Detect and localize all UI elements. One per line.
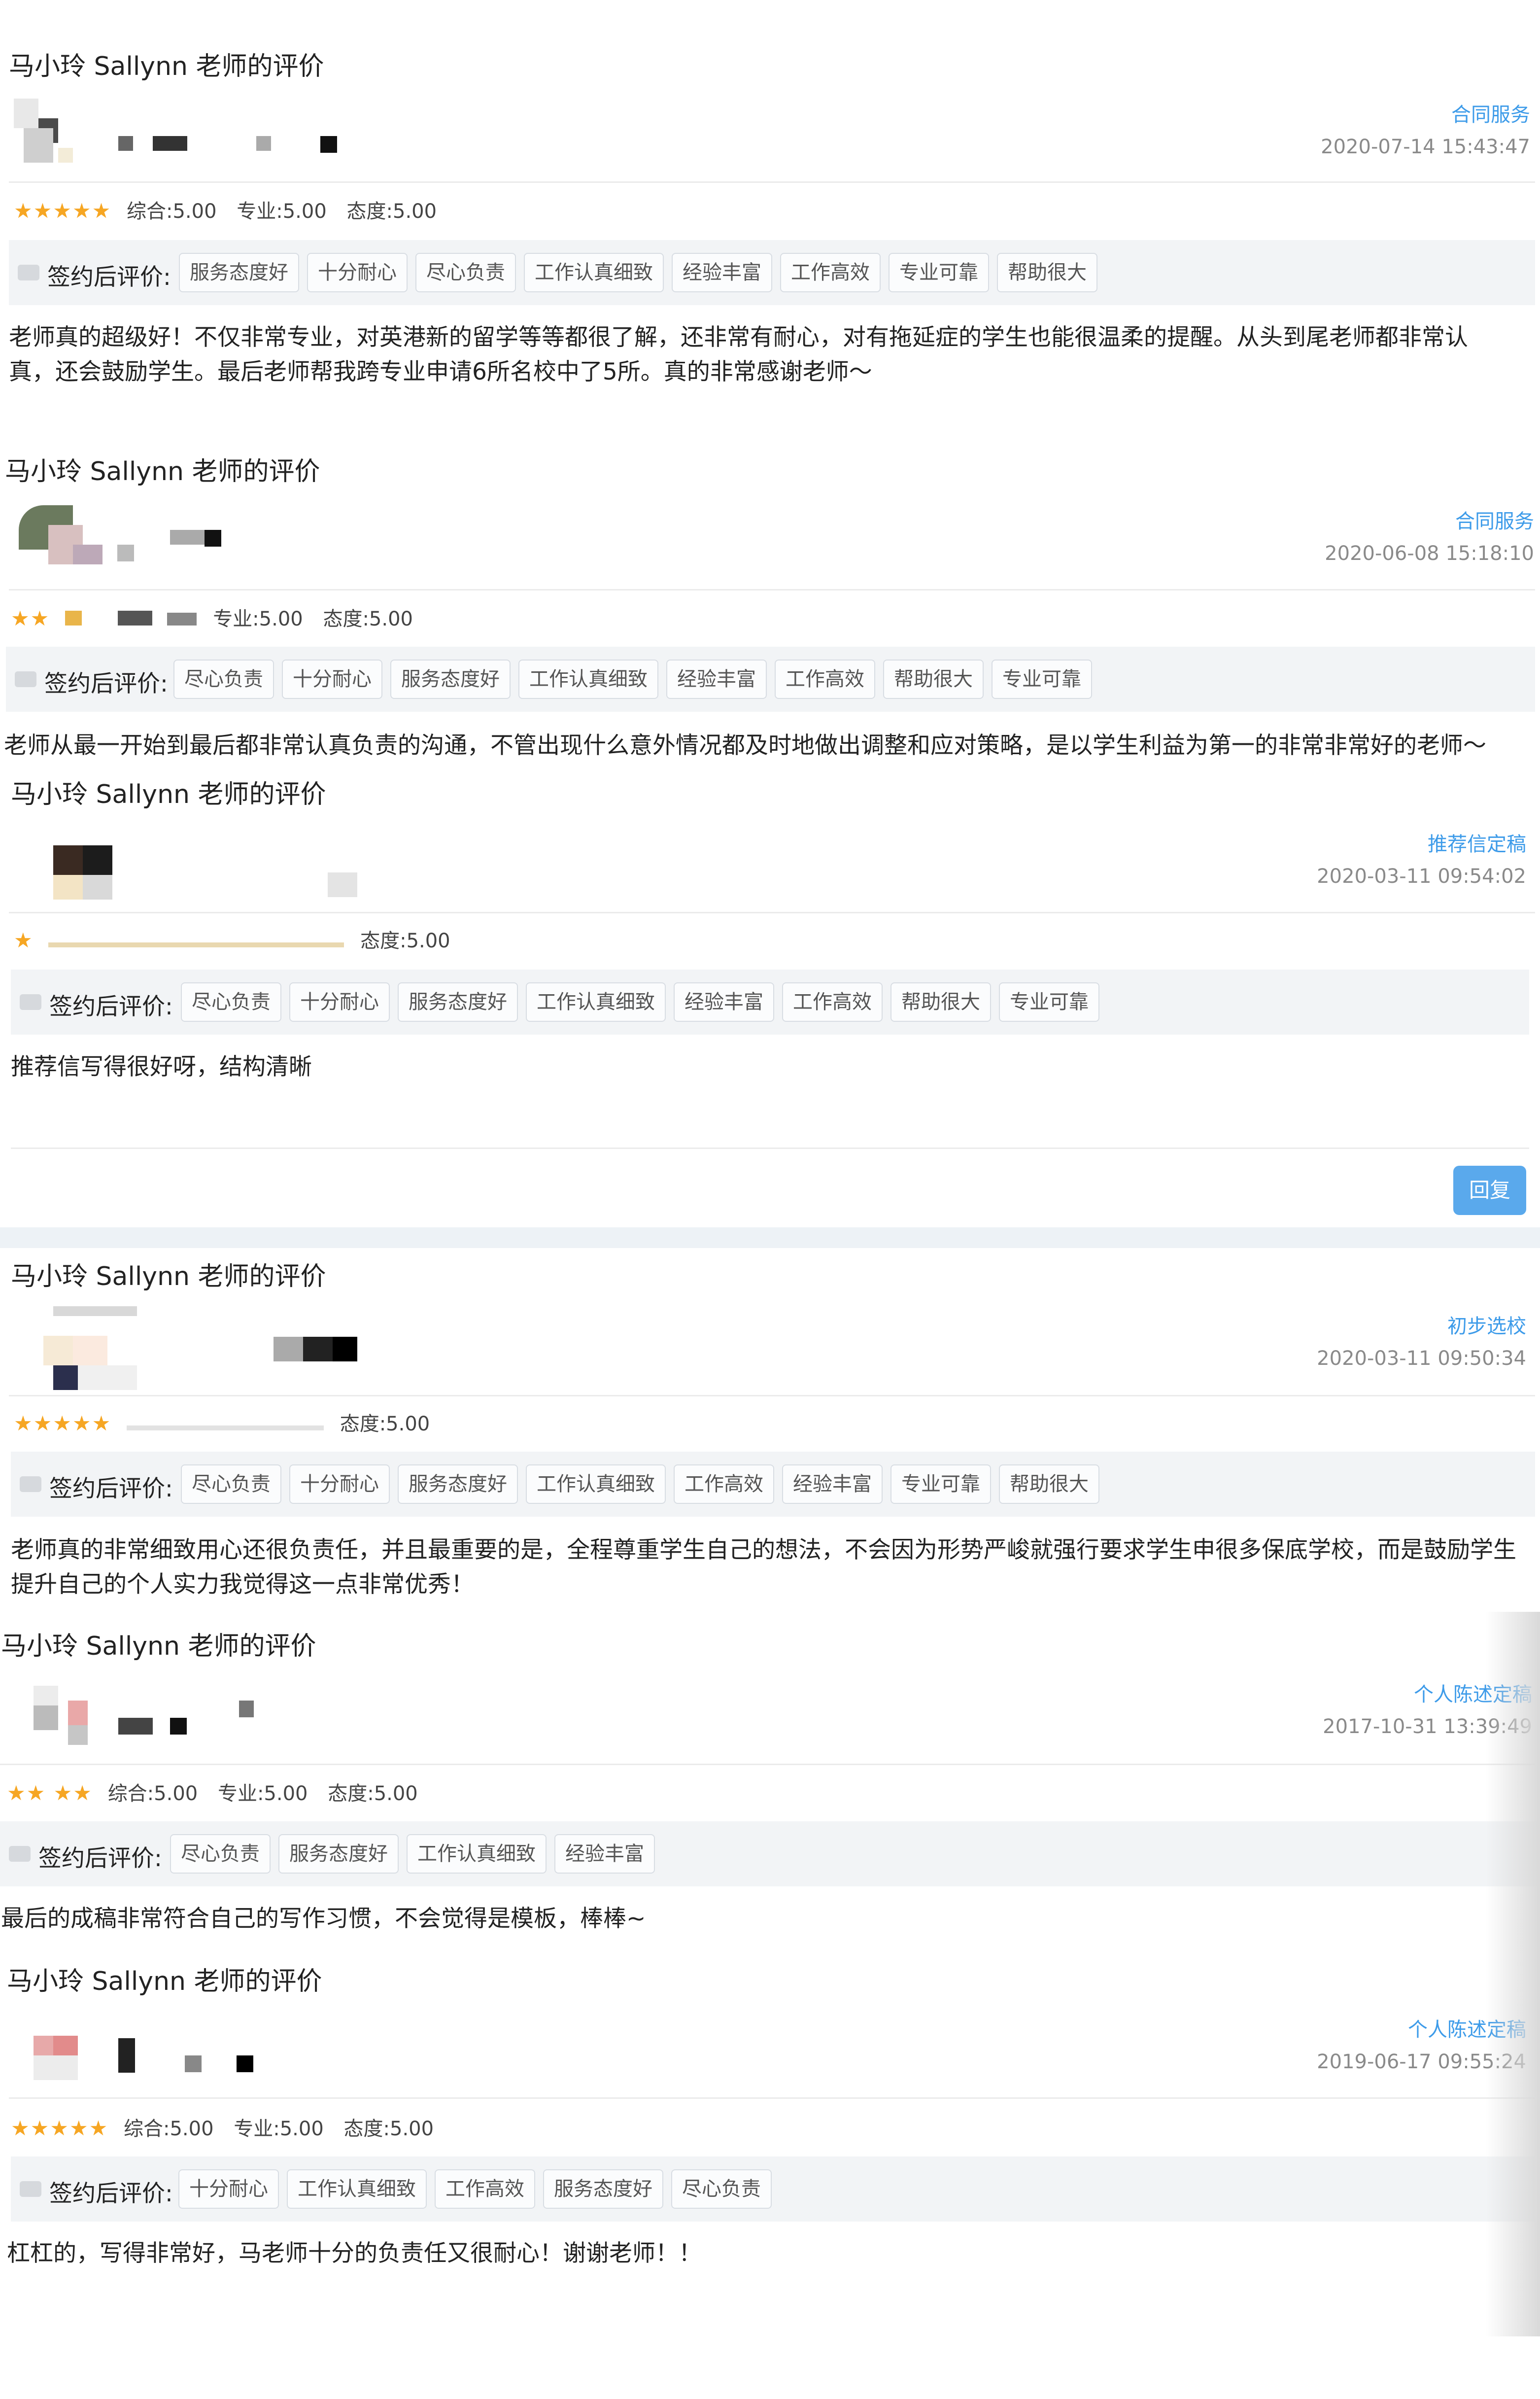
star-rating-icon: ★★★★★ <box>11 2116 109 2140</box>
divider <box>9 2097 1535 2099</box>
tag: 十分耐心 <box>178 2169 279 2209</box>
attitude-score: 态度:5.00 <box>343 2118 434 2140</box>
tag: 服务态度好 <box>543 2169 663 2209</box>
page-edge-shadow <box>1486 1612 1540 2336</box>
tag: 工作认真细致 <box>287 2169 427 2209</box>
chat-icon <box>20 2181 41 2197</box>
tag-label: 签约后评价: <box>49 2180 173 2207</box>
review-card: 马小玲 Sallynn 老师的评价 个人陈述定稿 2019-06-17 09:5… <box>0 0 1540 2317</box>
review-text: 杠杠的，写得非常好，马老师十分的负责任又很耐心！谢谢老师！！ <box>7 2240 702 2267</box>
tag: 工作高效 <box>435 2169 535 2209</box>
username-blurred <box>118 2038 135 2073</box>
review-title: 马小玲 Sallynn 老师的评价 <box>7 1967 322 1996</box>
professional-score: 专业:5.00 <box>234 2118 324 2140</box>
tag: 尽心负责 <box>671 2169 772 2209</box>
rating-row: ★★★★★ 综合:5.00 专业:5.00 态度:5.00 <box>11 2115 447 2143</box>
tag-bar: 签约后评价: 十分耐心 工作认真细致 工作高效 服务态度好 尽心负责 <box>11 2156 1535 2222</box>
overall-score: 综合:5.00 <box>123 2118 214 2140</box>
